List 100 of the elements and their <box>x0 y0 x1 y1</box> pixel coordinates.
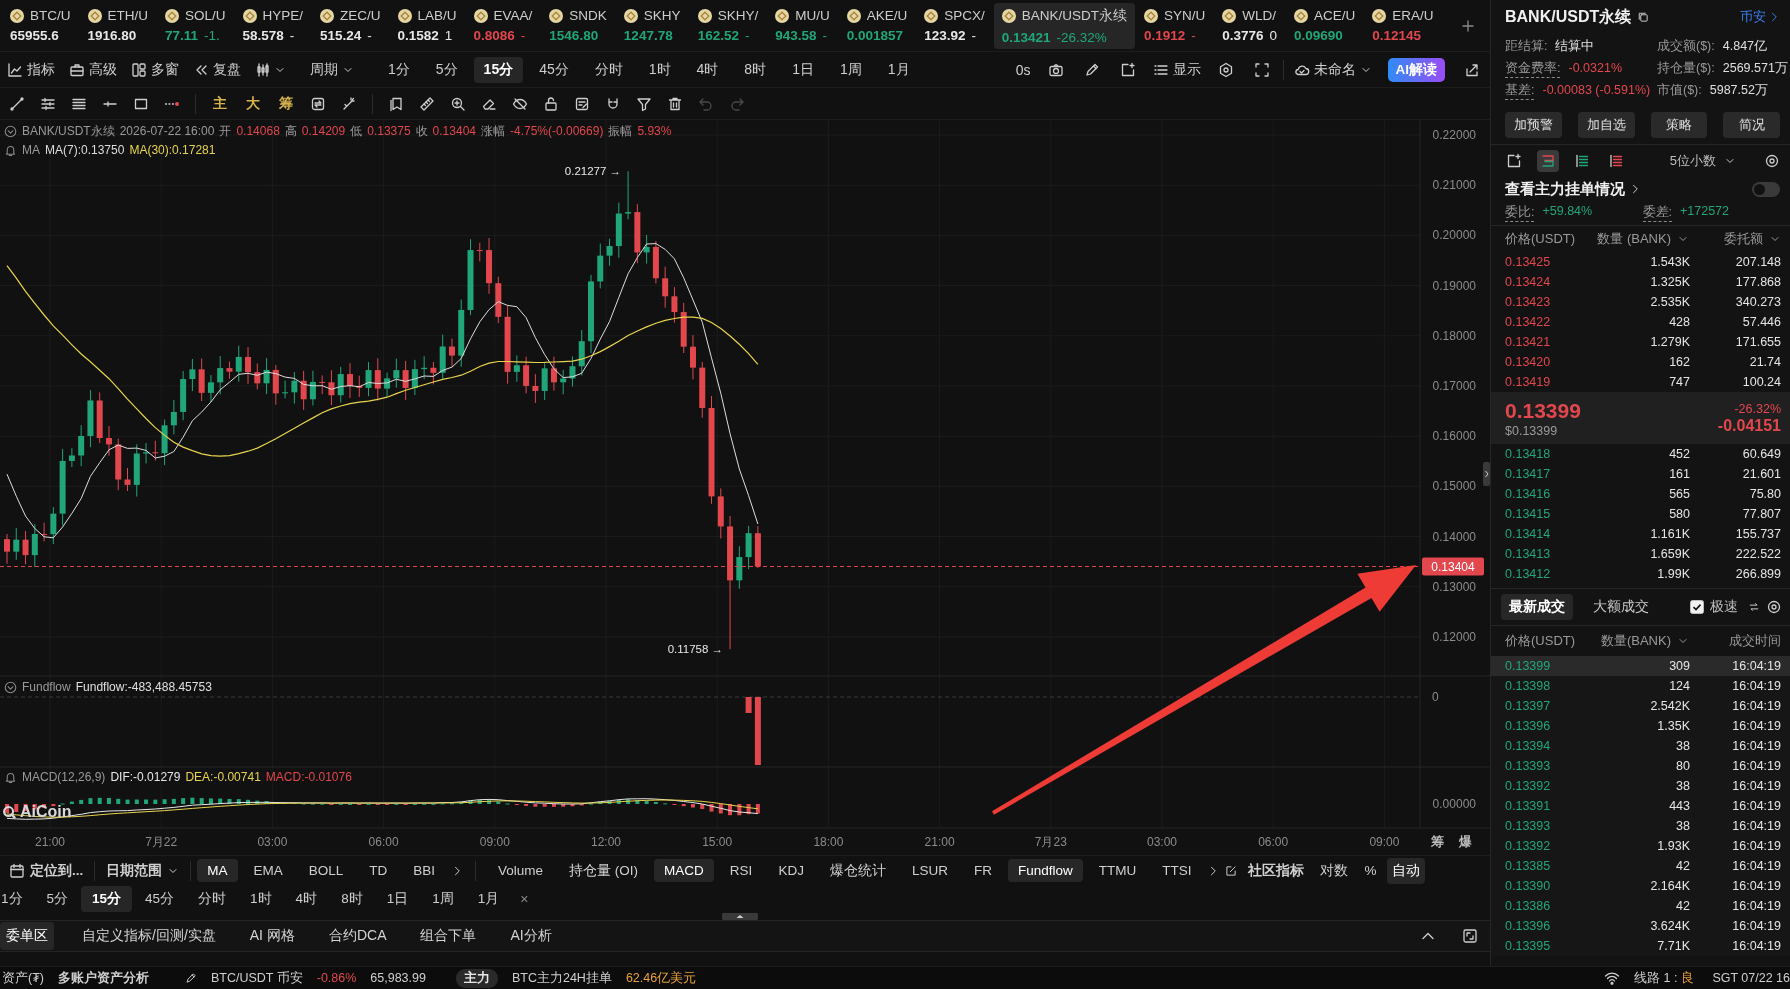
indicator-tab[interactable]: BOLL <box>298 859 354 882</box>
period-tab[interactable]: 45分 <box>529 56 579 83</box>
collapse-handle-icon[interactable] <box>722 913 758 920</box>
slanted-line-icon[interactable] <box>9 95 25 112</box>
collapse-icon[interactable] <box>4 680 17 694</box>
ruler-icon[interactable] <box>419 95 435 112</box>
period-tab[interactable]: 1时 <box>638 56 681 83</box>
fullscreen-icon[interactable] <box>1253 61 1270 78</box>
axis-toggle[interactable]: 筹 <box>1430 834 1444 849</box>
ticker-item[interactable]: WLD/ 0.3776 0 <box>1214 2 1285 49</box>
wand-icon[interactable] <box>341 95 357 112</box>
date-range-dropdown[interactable]: 日期范围 <box>101 858 185 883</box>
copy-icon[interactable] <box>1637 11 1650 23</box>
toolbar-button[interactable]: 高级 <box>65 56 121 83</box>
indicator-tab[interactable]: TD <box>359 859 398 882</box>
panel-tab[interactable]: AI 网格 <box>243 922 301 950</box>
period-tab[interactable]: 5分 <box>425 56 468 83</box>
action-button[interactable]: 加自选 <box>1577 112 1635 138</box>
split-book-icon[interactable] <box>1540 153 1556 169</box>
camera-icon[interactable] <box>1047 61 1064 78</box>
edit-icon[interactable] <box>1225 864 1238 877</box>
period-tab[interactable]: 1月 <box>466 886 511 912</box>
settings-icon[interactable] <box>1766 599 1782 615</box>
action-button[interactable]: 策略 <box>1650 112 1708 138</box>
ticker-item[interactable]: SOL/U 77.11 -1. <box>157 2 234 49</box>
ticker-item[interactable]: ACE/U 0.09690 <box>1286 2 1364 49</box>
period-tab[interactable]: 4时 <box>686 56 729 83</box>
toolbar-button[interactable]: 指标 <box>3 56 59 83</box>
indicator-tab[interactable]: TTSI <box>1152 859 1202 882</box>
locate-button[interactable]: 定位到... <box>4 858 89 883</box>
filter-icon[interactable] <box>636 95 652 112</box>
indicator-tab[interactable]: Fundflow <box>1007 859 1083 882</box>
period-tab[interactable]: 1日 <box>375 886 420 912</box>
ask-list-icon[interactable] <box>1608 153 1624 169</box>
panel-tab[interactable]: 委单区 <box>0 922 54 950</box>
display-button[interactable]: 显示 <box>1148 56 1205 83</box>
settings-icon[interactable] <box>1764 153 1780 169</box>
pencil-icon[interactable] <box>1083 61 1100 78</box>
period-tab[interactable]: 1月 <box>877 56 920 83</box>
indicator-tab[interactable]: MACD <box>654 859 714 882</box>
period-tab[interactable]: 1周 <box>421 886 465 912</box>
panel-tab[interactable]: 组合下单 <box>414 922 483 950</box>
period-tab[interactable]: 8时 <box>734 56 777 83</box>
square-plus-icon[interactable] <box>1119 61 1136 78</box>
ticker-item[interactable]: AKE/U 0.001857 <box>838 2 916 49</box>
overlay-toggle[interactable]: 大 <box>244 94 262 113</box>
panel-tab[interactable]: 自定义指标/回测/实盘 <box>76 922 222 950</box>
ticker-item[interactable]: SPCX/ 123.92 - <box>916 2 993 49</box>
panel-tab[interactable]: AI分析 <box>504 922 558 950</box>
layout-dropdown[interactable]: 未命名 <box>1289 56 1376 83</box>
period-tab[interactable]: 分时 <box>187 886 238 912</box>
pencil-icon[interactable] <box>184 972 197 984</box>
ticker-item[interactable]: ZEC/U 515.24 - <box>312 2 389 49</box>
ticker-item[interactable]: SYN/U 0.1912 - <box>1135 2 1214 49</box>
ticker-item[interactable]: MU/U 943.58 - <box>767 2 838 49</box>
trash-icon[interactable] <box>667 95 683 112</box>
checkbox[interactable] <box>1690 600 1704 614</box>
indicator-tab[interactable]: KDJ <box>768 859 814 882</box>
period-tab[interactable]: 1分 <box>0 886 34 912</box>
indicator-tab[interactable]: BBI <box>403 859 446 882</box>
period-dropdown[interactable]: 周期 <box>306 56 358 83</box>
period-tab[interactable]: 8时 <box>330 886 374 912</box>
period-tab[interactable]: 1周 <box>829 56 872 83</box>
indicator-tab[interactable]: RSI <box>719 859 763 882</box>
toolbar-button[interactable]: 多窗 <box>127 56 183 83</box>
ticker-item[interactable]: SKHY 1247.78 <box>615 2 689 49</box>
indicator-tab[interactable]: EMA <box>243 859 293 882</box>
assets-label[interactable]: 资产(₮) <box>2 969 44 987</box>
community-indicators-link[interactable]: 社区指标 <box>1243 858 1310 883</box>
period-tab[interactable]: 1分 <box>378 56 420 83</box>
axis-toggle[interactable]: 爆 <box>1458 834 1472 849</box>
unlock-icon[interactable] <box>543 95 559 112</box>
bell-icon[interactable] <box>4 143 17 157</box>
expand-icon[interactable] <box>1462 928 1478 944</box>
ticker-item[interactable]: EVAA/ 0.8086 - <box>465 2 541 49</box>
ticker-item[interactable]: BANK/USDT永续 0.13421 -26.32% <box>993 2 1135 49</box>
indicator-tab[interactable]: MA <box>197 859 238 882</box>
panel-handle-icon[interactable] <box>1483 462 1490 486</box>
zoom-in-icon[interactable] <box>450 95 466 112</box>
action-button[interactable]: 简况 <box>1723 112 1780 138</box>
action-button[interactable]: 加预警 <box>1505 112 1562 138</box>
ai-button[interactable]: AI解读 <box>1387 57 1445 82</box>
period-tab[interactable]: 15分 <box>81 886 133 912</box>
edit-note-icon[interactable] <box>574 95 590 112</box>
main-orders-link[interactable]: 查看主力挂单情况 <box>1505 179 1641 199</box>
ticker-item[interactable]: SKHY/ 162.52 - <box>689 2 767 49</box>
ticker-item[interactable]: ERA/U 0.12145 <box>1364 2 1442 49</box>
period-tab[interactable]: 1时 <box>239 886 283 912</box>
indicator-tab[interactable]: TTMU <box>1088 859 1147 882</box>
overlay-toggle[interactable]: 筹 <box>277 94 295 113</box>
trades-tab[interactable]: 最新成交 <box>1501 594 1573 620</box>
close-button[interactable]: × <box>512 891 537 907</box>
period-tab[interactable]: 1日 <box>782 56 824 83</box>
swap-square-icon[interactable] <box>310 95 326 112</box>
bell-icon[interactable] <box>4 770 17 784</box>
collapse-icon[interactable] <box>4 124 17 138</box>
indicator-tab[interactable]: 爆仓统计 <box>819 857 896 884</box>
ticker-item[interactable]: LAB/U 0.1582 1 <box>389 2 465 49</box>
period-tab[interactable]: 5分 <box>35 886 80 912</box>
scale-tab[interactable]: % <box>1359 859 1382 882</box>
